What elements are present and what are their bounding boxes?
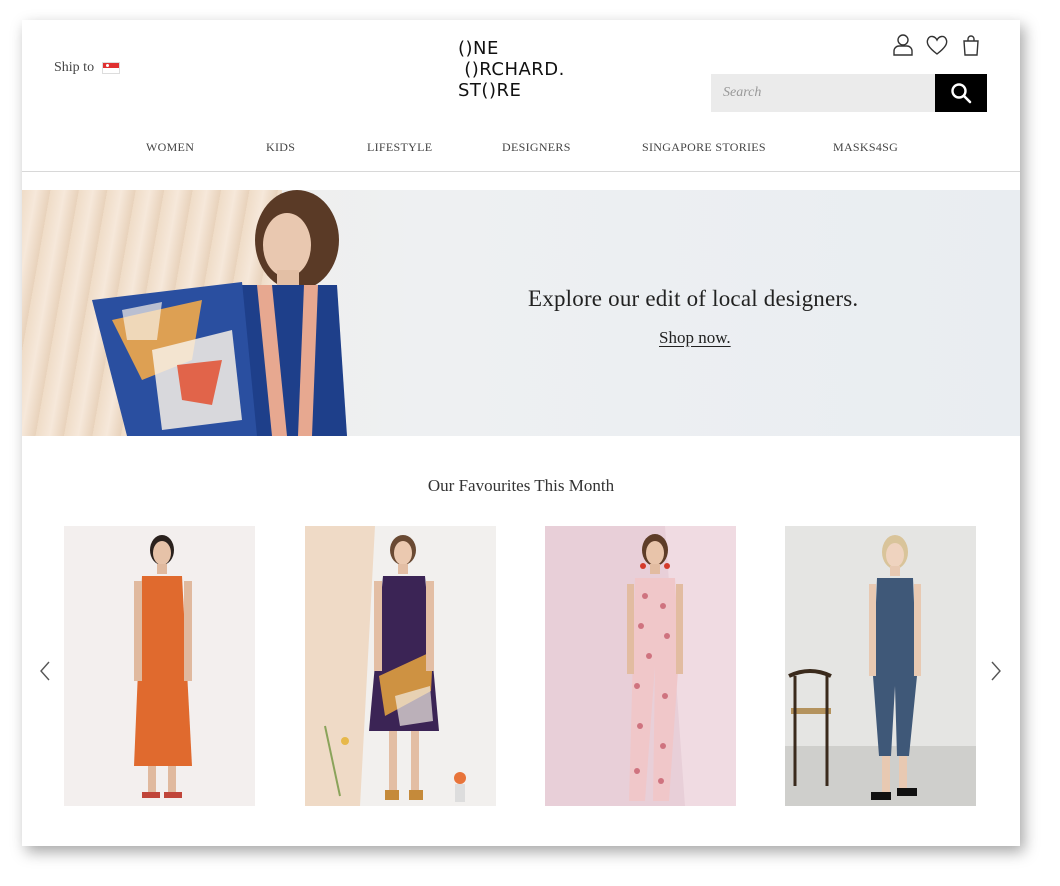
hero-banner[interactable]: Explore our edit of local designers. Sho… xyxy=(22,190,1020,436)
header-divider xyxy=(22,171,1020,172)
product-image-pink-jumpsuit xyxy=(545,526,736,806)
store-logo[interactable]: ()NE ()RCHARD. ST()RE xyxy=(458,38,565,101)
search-bar xyxy=(711,74,987,112)
nav-item-singapore-stories[interactable]: SINGAPORE STORIES xyxy=(642,140,766,155)
header-icons xyxy=(890,32,984,58)
product-image-purple-dress xyxy=(305,526,496,806)
chevron-right-icon xyxy=(991,661,1001,681)
hero-model-image xyxy=(92,190,347,436)
product-card-4[interactable] xyxy=(785,526,976,806)
hero-shop-now-link[interactable]: Shop now. xyxy=(659,328,731,348)
logo-line-1: ()NE xyxy=(458,38,499,59)
logo-line-2: ()RCHARD. xyxy=(458,59,565,80)
ship-to-selector[interactable]: Ship to xyxy=(54,60,121,76)
nav-item-designers[interactable]: DESIGNERS xyxy=(502,140,571,155)
main-navigation: WOMEN KIDS LIFESTYLE DESIGNERS SINGAPORE… xyxy=(22,140,1020,160)
product-image-denim-jumpsuit xyxy=(785,526,976,806)
search-icon xyxy=(951,83,972,104)
nav-item-kids[interactable]: KIDS xyxy=(266,140,295,155)
ship-to-label: Ship to xyxy=(54,60,95,75)
singapore-flag-icon xyxy=(102,62,121,74)
search-input[interactable] xyxy=(711,74,935,112)
product-card-3[interactable] xyxy=(545,526,736,806)
search-button[interactable] xyxy=(935,74,987,112)
nav-item-lifestyle[interactable]: LIFESTYLE xyxy=(367,140,432,155)
page: Ship to ()NE ()RCHARD. ST()RE WOMEN KIDS… xyxy=(22,20,1020,846)
nav-item-masks4sg[interactable]: MASKS4SG xyxy=(833,140,898,155)
user-icon[interactable] xyxy=(890,32,916,58)
carousel-next-button[interactable] xyxy=(987,660,1005,682)
favourites-title: Our Favourites This Month xyxy=(427,476,615,495)
shopping-bag-icon[interactable] xyxy=(958,32,984,58)
product-image-orange-dress xyxy=(64,526,255,806)
nav-item-women[interactable]: WOMEN xyxy=(146,140,194,155)
hero-headline: Explore our edit of local designers. xyxy=(528,286,859,311)
logo-line-3: ST()RE xyxy=(458,80,522,101)
carousel-prev-button[interactable] xyxy=(36,660,54,682)
product-card-1[interactable] xyxy=(64,526,255,806)
heart-icon[interactable] xyxy=(924,32,950,58)
product-card-2[interactable] xyxy=(305,526,496,806)
chevron-left-icon xyxy=(40,661,50,681)
